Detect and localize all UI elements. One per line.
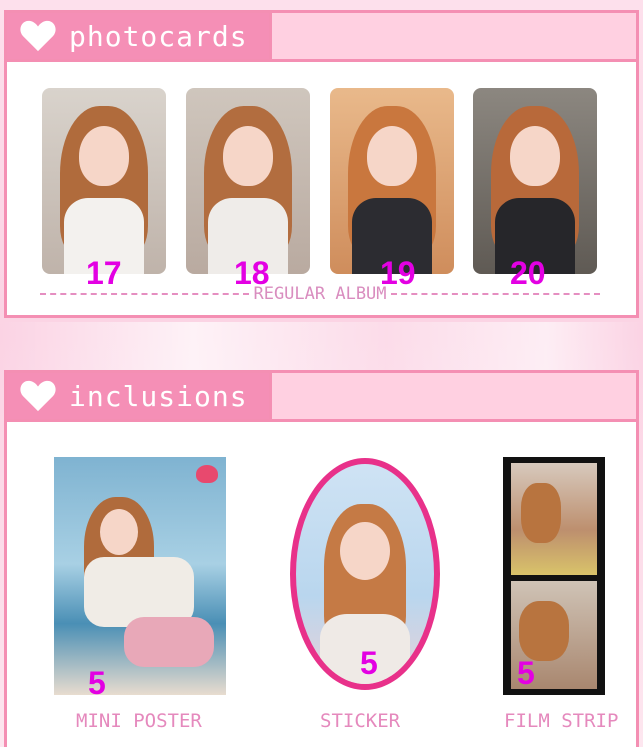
- mini-poster-label: MINI POSTER: [76, 710, 202, 732]
- divider-label: REGULAR ALBUM: [253, 284, 387, 304]
- background-swoosh: [0, 322, 643, 372]
- sticker-label: STICKER: [320, 710, 401, 732]
- inclusions-tab: inclusions: [7, 373, 272, 419]
- heart-icon: [196, 465, 218, 483]
- photocard-19[interactable]: [330, 88, 454, 274]
- heart-icon: [20, 20, 56, 52]
- item-count: 5: [517, 655, 535, 691]
- photocards-header: photocards: [7, 13, 636, 62]
- photocard-20[interactable]: [473, 88, 597, 274]
- inclusions-header: inclusions: [7, 373, 636, 422]
- regular-album-divider: REGULAR ALBUM: [40, 284, 600, 304]
- photocards-tab: photocards: [7, 13, 272, 59]
- inclusions-title: inclusions: [69, 379, 248, 413]
- mini-poster-image[interactable]: [54, 457, 226, 695]
- heart-icon: [20, 380, 56, 412]
- item-count: 5: [88, 665, 106, 701]
- photocard-18[interactable]: [186, 88, 310, 274]
- item-count: 5: [360, 645, 378, 681]
- photocards-title: photocards: [69, 19, 248, 53]
- film-strip-label: FILM STRIP: [504, 710, 619, 732]
- photocard-17[interactable]: [42, 88, 166, 274]
